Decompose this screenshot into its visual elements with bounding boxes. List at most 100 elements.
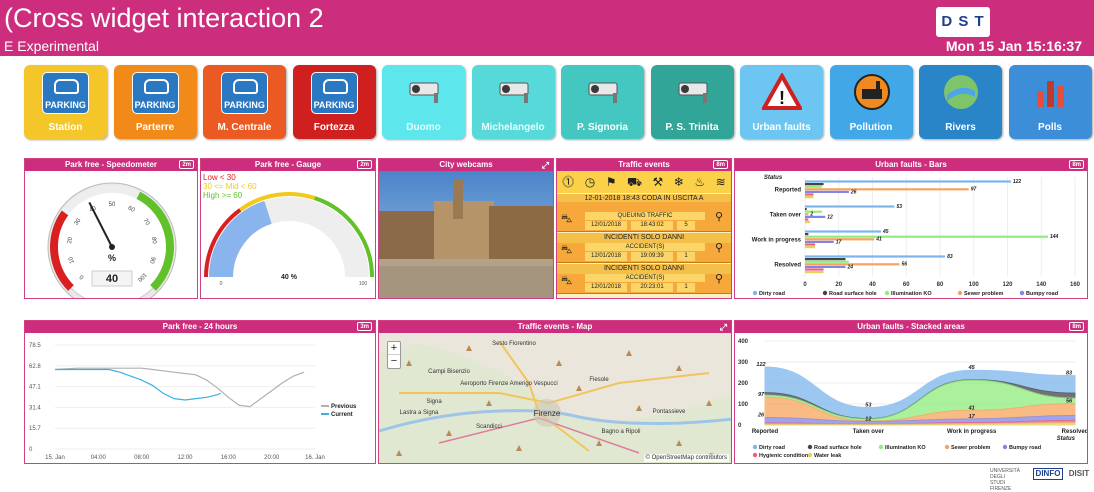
- car-icon: ⛍: [561, 213, 572, 227]
- area-x-tick: Resolved: [1062, 429, 1088, 435]
- map-place-label: Pontassieve: [653, 409, 686, 415]
- bars-data-label: 144: [1050, 234, 1059, 240]
- dashboard-button-label: Rivers: [919, 122, 1002, 134]
- dashboard-button-m-centrale[interactable]: PARKING M. Centrale: [203, 65, 286, 139]
- parking-icon: PARKING: [132, 72, 179, 114]
- bars-x-tick: 80: [937, 282, 944, 288]
- traffic-light-filter-icon[interactable]: ⚑: [606, 175, 617, 189]
- zoom-out-button[interactable]: −: [388, 355, 400, 368]
- webcam-icon: [673, 73, 713, 111]
- dashboard-button-urban-faults[interactable]: !Urban faults: [740, 65, 823, 139]
- gauge-value-label: 40 %: [281, 274, 298, 281]
- bars-bar: [805, 221, 810, 223]
- dashboard-button-pollution[interactable]: Pollution: [830, 65, 913, 139]
- header-clock: Mon 15 Jan 15:16:37: [946, 38, 1082, 54]
- roadwork-filter-icon[interactable]: ⚒: [653, 175, 664, 189]
- webcam-image[interactable]: [379, 171, 554, 299]
- dashboard-button-station[interactable]: PARKINGStation: [24, 65, 107, 139]
- disit-logo: D S T: [936, 7, 990, 37]
- traffic-event-card[interactable]: INCIDENTI SOLO DANNIACCIDENT(S)12/01/201…: [557, 264, 731, 294]
- bars-bar: [805, 233, 808, 235]
- warning-mark: !: [779, 88, 785, 108]
- event-count: 1: [677, 252, 695, 261]
- area-y-tick: 300: [738, 360, 749, 366]
- bars-bar: [805, 271, 824, 273]
- event-list: QUEUING TRAFFIC12/01/201818:43:025⚲⛍INCI…: [557, 204, 731, 298]
- area-legend-marker: [945, 445, 949, 449]
- map-place-label: Fiesole: [589, 377, 609, 383]
- bars-legend-label: Sewer problem: [964, 291, 1004, 297]
- dashboard-button-michelangelo[interactable]: Michelangelo: [472, 65, 555, 139]
- bars-bar: [805, 258, 846, 260]
- expand-icon[interactable]: ⤢: [720, 322, 727, 332]
- parking-badge-label: PARKING: [133, 100, 178, 110]
- wind-filter-icon[interactable]: ≋: [716, 175, 726, 189]
- map-pin-icon[interactable]: ⚲: [715, 210, 723, 223]
- urban-areas-widget: Urban faults - Stacked areas8m 400300200…: [734, 320, 1088, 464]
- zoom-in-button[interactable]: +: [388, 342, 400, 355]
- traffic-events-widget: Traffic events8m ⓵ ◷ ⚑ ⛟ ⚒ ❄ ♨ ≋ 12-01-2…: [556, 158, 732, 299]
- speedometer-tick-label: 50: [109, 202, 116, 208]
- map-canvas[interactable]: Sesto FiorentinoCampi BisenzioFiesoleFir…: [379, 333, 732, 464]
- parking-badge-label: PARKING: [222, 100, 267, 110]
- alert-filter-icon[interactable]: ⓵: [562, 175, 574, 189]
- clock-filter-icon[interactable]: ◷: [585, 175, 595, 189]
- area-data-label: 83: [1066, 371, 1072, 377]
- bars-bar: [805, 188, 969, 190]
- dashboard-button-rivers[interactable]: Rivers: [919, 65, 1002, 139]
- event-type: ACCIDENT(S): [585, 274, 705, 282]
- bars-bar: [805, 261, 849, 263]
- bars-bar: [805, 213, 808, 215]
- unifi-logo: UNIVERSITÀ DEGLI STUDI FIRENZE: [990, 468, 1020, 480]
- dashboard-button-label: Fortezza: [293, 122, 376, 134]
- line-series-current: [55, 370, 221, 400]
- bars-legend-marker: [958, 291, 962, 295]
- bars-bar: [805, 193, 813, 195]
- bars-legend-label: Road surface hole: [829, 291, 877, 297]
- dashboard-button-label: M. Centrale: [203, 122, 286, 134]
- line-x-tick: 04:00: [91, 455, 107, 461]
- gauge-min-label: 0: [220, 281, 223, 287]
- bars-bar: [805, 246, 815, 248]
- bars-data-label: 17: [836, 239, 842, 245]
- map-pin-icon[interactable]: ⚲: [715, 241, 723, 254]
- dashboard-button-duomo[interactable]: Duomo: [382, 65, 465, 139]
- selector-button-row: PARKINGStationPARKINGParterrePARKINGM. C…: [24, 65, 1092, 139]
- snow-filter-icon[interactable]: ❄: [674, 175, 684, 189]
- car-crash-filter-icon[interactable]: ⛟: [627, 175, 642, 189]
- traffic-event-card[interactable]: INCIDENTI SOLO DANNIACCIDENT(S)12/01/201…: [557, 233, 731, 263]
- traffic-event-card[interactable]: QUEUING TRAFFIC12/01/201818:43:025⚲⛍: [557, 202, 731, 232]
- bars-x-tick: 20: [835, 282, 842, 288]
- event-date: 12/01/2018: [585, 283, 627, 292]
- dashboard-button-p-signoria[interactable]: P. Signoria: [561, 65, 644, 139]
- map-pin-icon[interactable]: ⚲: [715, 272, 723, 285]
- dashboard-button-p-s-trinita[interactable]: P. S. Trinita: [651, 65, 734, 139]
- dashboard-button-fortezza[interactable]: PARKINGFortezza: [293, 65, 376, 139]
- urban-areas-chart: 4003002001000122534583974156261217Report…: [735, 333, 1088, 464]
- event-filter-bar: ⓵ ◷ ⚑ ⛟ ⚒ ❄ ♨ ≋: [557, 171, 731, 193]
- car-icon: ⛍: [561, 275, 572, 289]
- widget-title: Traffic events - Map⤢: [379, 321, 731, 333]
- gauge-max-label: 100: [359, 281, 368, 287]
- dashboard-button-label: Duomo: [382, 122, 465, 134]
- bars-data-label: 56: [902, 262, 908, 268]
- bars-category-label: Reported: [775, 188, 802, 194]
- bars-x-tick: 60: [903, 282, 910, 288]
- poll-bar: [1037, 91, 1044, 107]
- area-legend-marker: [1003, 445, 1007, 449]
- bars-bar: [805, 243, 815, 245]
- event-head: INCIDENTI SOLO DANNI: [557, 233, 731, 243]
- map-attribution[interactable]: © OpenStreetMap contributors: [644, 454, 729, 462]
- area-legend-label: Road surface hole: [814, 445, 862, 451]
- event-count: 5: [677, 221, 695, 230]
- expand-icon[interactable]: ⤢: [542, 160, 549, 170]
- dashboard-button-parterre[interactable]: PARKINGParterre: [114, 65, 197, 139]
- bars-data-label: 45: [882, 229, 889, 235]
- area-legend-marker: [753, 453, 757, 457]
- bars-bar: [805, 218, 808, 220]
- dashboard-button-label: Pollution: [830, 122, 913, 134]
- bars-data-label: 53: [896, 204, 902, 210]
- webcam-lens: [502, 85, 510, 93]
- temperature-filter-icon[interactable]: ♨: [694, 175, 705, 189]
- dashboard-button-polls[interactable]: Polls: [1009, 65, 1092, 139]
